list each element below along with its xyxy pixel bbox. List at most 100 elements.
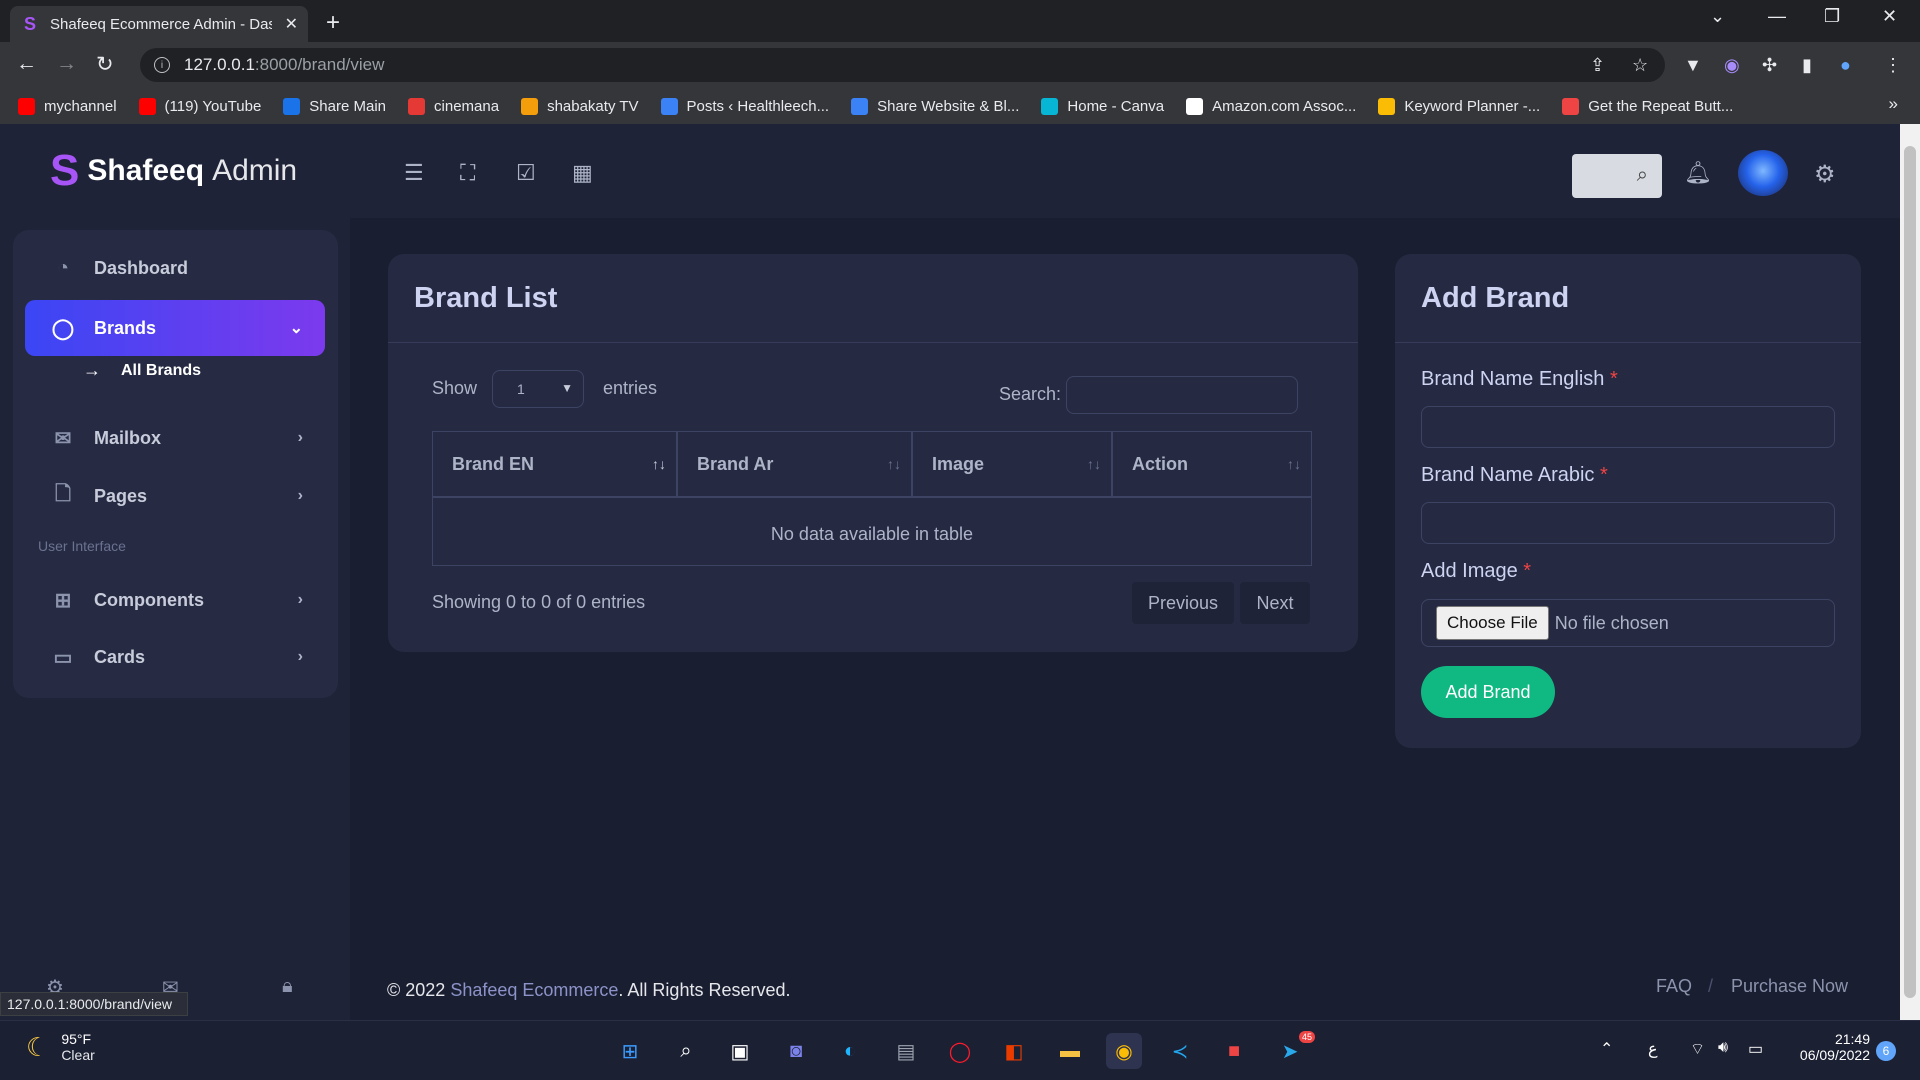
entries-select[interactable]: 1 ▼ — [492, 370, 584, 408]
image-file-input[interactable]: Choose File No file chosen — [1421, 599, 1835, 647]
site-info-icon[interactable]: i — [154, 57, 170, 73]
hamburger-menu-icon[interactable]: ☰ — [404, 160, 424, 186]
page-scrollbar[interactable] — [1900, 124, 1920, 1020]
app-header: S Shafeeq Admin ☰ ⛶ ☑ ▦ ⌕ 🔔︎ ⚙ — [0, 124, 1900, 218]
add-image-label: Add Image * — [1421, 560, 1531, 583]
column-header-brand-ar[interactable]: Brand Ar ↑↓ — [678, 432, 911, 498]
column-header-brand-en[interactable]: Brand EN ↑↓ — [433, 432, 676, 498]
purchase-now-link[interactable]: Purchase Now — [1731, 976, 1848, 997]
bookmark-item[interactable]: cinemana — [408, 97, 499, 115]
bookmark-favicon-icon — [283, 97, 301, 115]
bookmark-item[interactable]: mychannel — [18, 97, 117, 115]
add-brand-button[interactable]: Add Brand — [1421, 666, 1555, 718]
bookmark-item[interactable]: Home - Canva — [1041, 97, 1164, 115]
bookmark-item[interactable]: (119) YouTube — [138, 97, 261, 115]
faq-link[interactable]: FAQ — [1656, 976, 1692, 997]
chevron-down-icon: ▼ — [561, 381, 573, 395]
teams-chat-icon[interactable]: ◙ — [778, 1033, 814, 1069]
vscode-icon[interactable]: ≺ — [1162, 1033, 1198, 1069]
sidebar-subitem-all-brands[interactable]: → All Brands — [83, 360, 201, 381]
chevron-right-icon: › — [297, 591, 303, 608]
office-icon[interactable]: ◧ — [996, 1033, 1032, 1069]
new-tab-icon[interactable]: + — [326, 9, 340, 37]
header-search-input[interactable]: ⌕ — [1572, 154, 1662, 198]
next-button[interactable]: Next — [1240, 582, 1310, 624]
opera-icon[interactable]: ◯ — [942, 1033, 978, 1069]
column-header-action[interactable]: Action ↑↓ — [1113, 432, 1311, 498]
share-icon[interactable]: ⇪ — [1590, 55, 1605, 76]
sort-icon: ↑↓ — [652, 456, 666, 472]
chrome-icon[interactable]: ◉ — [1106, 1033, 1142, 1069]
battery-icon[interactable]: ▭ — [1748, 1039, 1763, 1059]
bookmark-label: Share Main — [309, 97, 387, 115]
choose-file-button[interactable]: Choose File — [1436, 606, 1549, 640]
company-link[interactable]: Shafeeq Ecommerce — [450, 980, 618, 1000]
sidebar-item-pages[interactable]: 🗋 Pages › — [25, 468, 325, 524]
bookmark-item[interactable]: Share Website & Bl... — [851, 97, 1019, 115]
file-explorer-icon[interactable]: ▬ — [1052, 1033, 1088, 1069]
weather-condition: Clear — [61, 1047, 95, 1063]
taskbar-search-icon[interactable]: ⌕ — [668, 1033, 704, 1069]
color-extension-icon[interactable]: ◉ — [1724, 55, 1740, 76]
side-panel-icon[interactable]: ▮ — [1802, 55, 1812, 76]
volume-icon[interactable]: 🔊︎ — [1718, 1039, 1728, 1057]
bookmark-star-icon[interactable]: ☆ — [1632, 55, 1648, 76]
bookmark-item[interactable]: Posts ‹ Healthleech... — [660, 97, 829, 115]
bookmark-item[interactable]: shabakaty TV — [521, 97, 639, 115]
reload-icon[interactable]: ↻ — [96, 52, 114, 77]
notification-bell-icon[interactable]: 🔔︎ — [1684, 160, 1712, 186]
table-search-input[interactable] — [1066, 376, 1298, 414]
show-label: Show — [432, 378, 478, 398]
address-bar[interactable]: i 127.0.0.1:8000/brand/view — [140, 48, 1665, 82]
sidebar-item-cards[interactable]: ▭ Cards › — [25, 629, 325, 685]
search-icon[interactable]: ⌕ — [1637, 164, 1648, 187]
tab-search-chevron-icon[interactable]: ⌄ — [1710, 6, 1725, 27]
settings-gear-icon[interactable]: ⚙ — [1814, 160, 1836, 189]
sidebar-item-dashboard[interactable]: ◔ Dashboard — [25, 240, 325, 296]
sidebar-lock-icon[interactable]: 🔒︎ — [282, 975, 293, 998]
network-app-icon[interactable]: ▤ — [888, 1033, 924, 1069]
tray-expand-icon[interactable]: ⌃ — [1600, 1039, 1613, 1059]
bookmark-item[interactable]: Share Main — [283, 97, 387, 115]
weather-widget[interactable]: ☾ 95°F Clear — [26, 1031, 95, 1063]
restore-icon[interactable]: ❐ — [1824, 6, 1840, 27]
task-view-icon[interactable]: ▣ — [722, 1033, 758, 1069]
edge-icon[interactable]: ◐ — [832, 1033, 868, 1069]
notification-badge[interactable]: 6 — [1876, 1041, 1896, 1061]
bookmark-item[interactable]: Amazon.com Assoc... — [1186, 97, 1356, 115]
sidebar-item-brands[interactable]: ◯ Brands ⌄ — [25, 300, 325, 356]
system-clock[interactable]: 21:49 06/09/2022 — [1780, 1031, 1870, 1063]
screen-recorder-icon[interactable]: ■ — [1216, 1033, 1252, 1069]
calendar-icon[interactable]: ▦ — [572, 160, 593, 186]
vpn-extension-icon[interactable]: ▼ — [1684, 55, 1702, 76]
wifi-icon[interactable]: ⌔ — [1690, 1039, 1705, 1059]
puzzle-extensions-icon[interactable]: ✣ — [1762, 55, 1777, 76]
brand-name-english-input[interactable] — [1421, 406, 1835, 448]
task-checkbox-icon[interactable]: ☑ — [516, 160, 536, 186]
column-header-image[interactable]: Image ↑↓ — [913, 432, 1111, 498]
minimize-icon[interactable]: — — [1768, 6, 1786, 27]
copyright-year: © 2022 — [387, 980, 446, 1000]
browser-tab-active[interactable]: S Shafeeq Ecommerce Admin - Das ✕ — [10, 6, 308, 42]
sidebar-item-mailbox[interactable]: ✉ Mailbox › — [25, 410, 325, 466]
bookmark-item[interactable]: Keyword Planner -... — [1378, 97, 1540, 115]
weather-temperature: 95°F — [61, 1031, 92, 1047]
forward-icon[interactable]: → — [56, 52, 77, 76]
windows-start-icon[interactable]: ⊞ — [612, 1033, 648, 1069]
user-avatar[interactable] — [1738, 150, 1788, 196]
bookmarks-overflow-icon[interactable]: » — [1889, 94, 1898, 114]
input-language-indicator[interactable]: ع — [1648, 1039, 1658, 1059]
brand-name-arabic-input[interactable] — [1421, 502, 1835, 544]
sidebar-item-components[interactable]: ⊞ Components › — [25, 572, 325, 628]
previous-button[interactable]: Previous — [1132, 582, 1234, 624]
fullscreen-icon[interactable]: ⛶ — [460, 160, 475, 186]
back-icon[interactable]: ← — [16, 52, 37, 76]
scrollbar-thumb[interactable] — [1904, 146, 1916, 998]
window-close-icon[interactable]: ✕ — [1882, 6, 1897, 27]
bookmark-item[interactable]: Get the Repeat Butt... — [1562, 97, 1733, 115]
profile-avatar-icon[interactable]: ● — [1840, 55, 1851, 76]
browser-menu-icon[interactable]: ⋮ — [1884, 55, 1902, 76]
chevron-right-icon: › — [297, 648, 303, 665]
tab-close-icon[interactable]: ✕ — [285, 14, 298, 34]
app-logo[interactable]: S Shafeeq Admin — [50, 146, 297, 196]
